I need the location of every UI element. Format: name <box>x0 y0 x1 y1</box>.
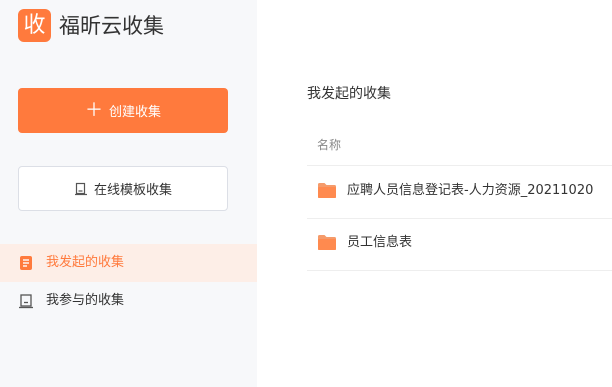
sidebar-item-label: 我参与的收集 <box>46 293 125 308</box>
sidebar-item-label: 我发起的收集 <box>46 255 125 270</box>
create-collection-label: 创建收集 <box>108 105 161 120</box>
document-icon <box>20 256 32 270</box>
app-title: 福昕云收集 <box>59 14 164 38</box>
plus-icon: ＋ <box>84 99 103 121</box>
sidebar-item-my-initiated[interactable]: 我发起的收集 <box>0 244 257 282</box>
app-logo: 收 <box>18 9 51 42</box>
template-collection-button[interactable]: 在线模板收集 <box>18 166 228 211</box>
folder-icon <box>318 235 336 250</box>
column-header: 名称 <box>307 125 612 166</box>
create-collection-button[interactable]: ＋ 创建收集 <box>18 88 228 133</box>
item-name: 员工信息表 <box>347 235 413 250</box>
column-header-name: 名称 <box>317 138 342 152</box>
sidebar-item-my-participated[interactable]: 我参与的收集 <box>0 282 257 320</box>
template-icon <box>74 182 87 195</box>
clipboard-icon <box>19 294 33 309</box>
sidebar: 收 福昕云收集 ＋ 创建收集 在线模板收集 我发起的收集 我参与的收集 <box>0 0 257 387</box>
list-item[interactable]: 应聘人员信息登记表-人力资源_20211020 <box>307 166 612 219</box>
folder-icon <box>318 183 336 198</box>
template-collection-label: 在线模板收集 <box>93 183 172 198</box>
list-item[interactable]: 员工信息表 <box>307 218 612 271</box>
page-title: 我发起的收集 <box>307 86 391 102</box>
item-name: 应聘人员信息登记表-人力资源_20211020 <box>347 183 594 198</box>
